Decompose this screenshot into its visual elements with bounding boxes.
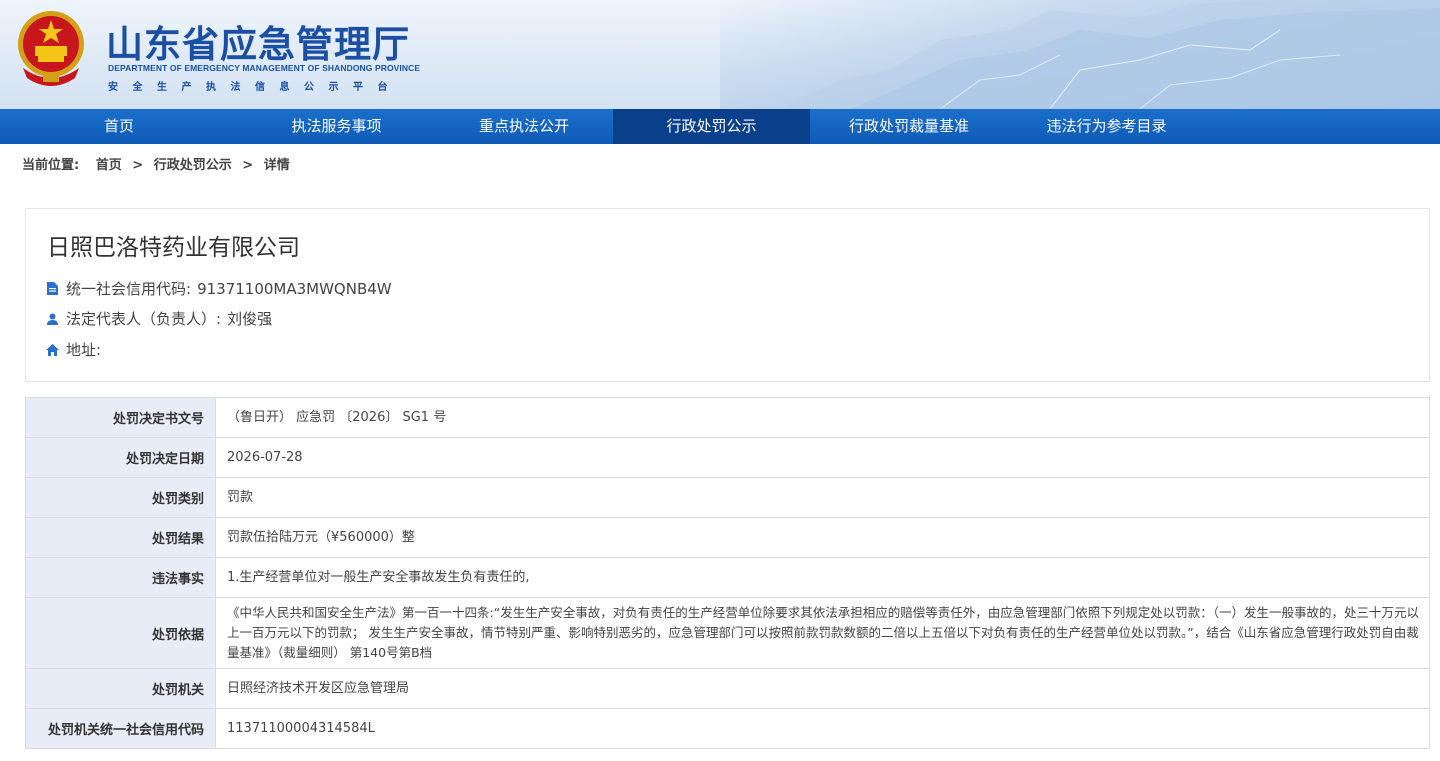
table-row: 处罚结果 罚款伍拾陆万元（¥560000）整 bbox=[25, 517, 1430, 558]
table-row: 处罚类别 罚款 bbox=[25, 477, 1430, 518]
map-background bbox=[720, 0, 1440, 109]
breadcrumb-separator: > bbox=[132, 158, 144, 173]
table-row: 处罚机关统一社会信用代码 11371100004314584L bbox=[25, 708, 1430, 749]
nav-item-penalty-discretion[interactable]: 行政处罚裁量基准 bbox=[810, 109, 1008, 144]
user-icon bbox=[45, 312, 59, 326]
table-row: 处罚决定日期 2026-07-28 bbox=[25, 437, 1430, 478]
nav-item-enforcement-services[interactable]: 执法服务事项 bbox=[238, 109, 435, 144]
site-subtitle-en: DEPARTMENT OF EMERGENCY MANAGEMENT OF SH… bbox=[108, 63, 421, 73]
row-label-penalty-basis: 处罚依据 bbox=[25, 597, 216, 669]
nav-item-home[interactable]: 首页 bbox=[0, 109, 238, 144]
address-row: 地址: bbox=[45, 339, 107, 360]
row-value-penalty-type: 罚款 bbox=[215, 477, 1430, 518]
row-label-penalty-result: 处罚结果 bbox=[25, 517, 216, 558]
company-card: 日照巴洛特药业有限公司 统一社会信用代码: 91371100MA3MWQNB4W… bbox=[25, 208, 1430, 382]
legal-rep-label: 法定代表人（负责人）: bbox=[66, 310, 222, 328]
breadcrumb-link-home[interactable]: 首页 bbox=[96, 158, 122, 173]
credit-code-row: 统一社会信用代码: 91371100MA3MWQNB4W bbox=[45, 278, 392, 299]
national-emblem-icon bbox=[13, 8, 89, 92]
breadcrumb: 当前位置: 首页 > 行政处罚公示 > 详情 bbox=[0, 144, 1440, 187]
address-label: 地址: bbox=[66, 341, 102, 359]
breadcrumb-current: 详情 bbox=[263, 158, 290, 173]
credit-code-label: 统一社会信用代码: bbox=[66, 280, 192, 298]
home-icon bbox=[45, 343, 59, 357]
breadcrumb-separator: > bbox=[242, 158, 254, 173]
row-label-decision-date: 处罚决定日期 bbox=[25, 437, 216, 478]
document-icon bbox=[45, 282, 59, 296]
row-label-decision-number: 处罚决定书文号 bbox=[25, 397, 216, 438]
company-name: 日照巴洛特药业有限公司 bbox=[47, 235, 300, 261]
row-value-decision-number: （鲁日开） 应急罚 〔2026〕 SG1 号 bbox=[215, 397, 1430, 438]
header-banner: 山东省应急管理厅 DEPARTMENT OF EMERGENCY MANAGEM… bbox=[0, 0, 1440, 109]
nav-item-key-enforcement[interactable]: 重点执法公开 bbox=[435, 109, 613, 144]
row-value-decision-date: 2026-07-28 bbox=[215, 437, 1430, 478]
row-value-penalty-authority: 日照经济技术开发区应急管理局 bbox=[215, 668, 1430, 709]
site-subtitle-cn: 安全生产执法信息公示平台 bbox=[108, 82, 402, 93]
row-label-penalty-type: 处罚类别 bbox=[25, 477, 216, 518]
penalty-details-table: 处罚决定书文号 （鲁日开） 应急罚 〔2026〕 SG1 号 处罚决定日期 20… bbox=[25, 397, 1430, 749]
main-nav: 首页 执法服务事项 重点执法公开 行政处罚公示 行政处罚裁量基准 违法行为参考目… bbox=[0, 109, 1440, 144]
legal-rep-row: 法定代表人（负责人）: 刘俊强 bbox=[45, 308, 272, 329]
nav-item-violation-catalog[interactable]: 违法行为参考目录 bbox=[1008, 109, 1205, 144]
table-row: 违法事实 1.生产经营单位对一般生产安全事故发生负有责任的, bbox=[25, 557, 1430, 598]
row-value-penalty-basis: 《中华人民共和国安全生产法》第一百一十四条:“发生生产安全事故，对负有责任的生产… bbox=[215, 597, 1430, 669]
row-label-authority-credit-code: 处罚机关统一社会信用代码 bbox=[25, 708, 216, 749]
credit-code-value: 91371100MA3MWQNB4W bbox=[197, 279, 392, 298]
row-value-authority-credit-code: 11371100004314584L bbox=[215, 708, 1430, 749]
table-row: 处罚机关 日照经济技术开发区应急管理局 bbox=[25, 668, 1430, 709]
legal-rep-value: 刘俊强 bbox=[227, 310, 273, 328]
row-label-penalty-authority: 处罚机关 bbox=[25, 668, 216, 709]
row-value-penalty-result: 罚款伍拾陆万元（¥560000）整 bbox=[215, 517, 1430, 558]
site-title: 山东省应急管理厅 bbox=[106, 23, 410, 66]
row-value-violation-facts: 1.生产经营单位对一般生产安全事故发生负有责任的, bbox=[215, 557, 1430, 598]
breadcrumb-prefix: 当前位置: bbox=[22, 158, 80, 173]
row-label-violation-facts: 违法事实 bbox=[25, 557, 216, 598]
table-row: 处罚决定书文号 （鲁日开） 应急罚 〔2026〕 SG1 号 bbox=[25, 397, 1430, 438]
breadcrumb-link-penalty[interactable]: 行政处罚公示 bbox=[154, 158, 232, 173]
nav-item-penalty-publicity[interactable]: 行政处罚公示 bbox=[613, 109, 810, 144]
table-row: 处罚依据 《中华人民共和国安全生产法》第一百一十四条:“发生生产安全事故，对负有… bbox=[25, 597, 1430, 669]
